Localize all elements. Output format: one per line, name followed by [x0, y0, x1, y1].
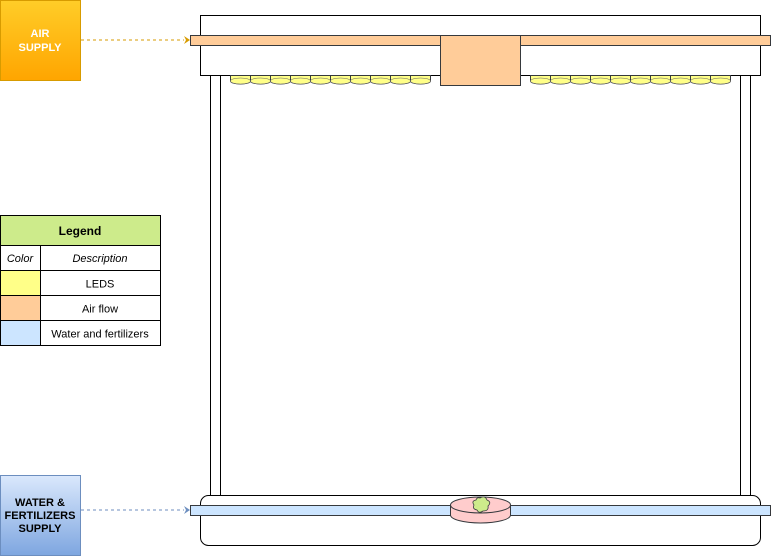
- plant-dish: [450, 496, 511, 524]
- led: [610, 75, 631, 85]
- legend: Legend Color Description LEDS Air flow Wat…: [0, 215, 161, 346]
- legend-swatch: [0, 320, 41, 346]
- led: [270, 75, 291, 85]
- water-supply-label-2: FERTILIZERS: [5, 510, 76, 522]
- led: [370, 75, 391, 85]
- led: [630, 75, 651, 85]
- led: [290, 75, 311, 85]
- legend-swatch: [0, 295, 41, 321]
- legend-col-description: Description: [72, 253, 127, 265]
- led: [690, 75, 711, 85]
- left-pillar: [210, 75, 221, 496]
- air-supply-label-2: SUPPLY: [18, 42, 62, 54]
- legend-description: LEDS: [86, 279, 115, 291]
- led: [410, 75, 431, 85]
- led: [530, 75, 551, 85]
- legend-swatch: [0, 270, 41, 296]
- legend-row: Water and fertilizers: [0, 320, 161, 346]
- led: [570, 75, 591, 85]
- led: [230, 75, 251, 85]
- legend-row: LEDS: [0, 270, 161, 296]
- legend-col-color: Color: [7, 253, 35, 265]
- led: [590, 75, 611, 85]
- legend-row: Air flow: [0, 295, 161, 321]
- water-supply-arrow: [81, 506, 190, 514]
- vertical-farm-diagram: AIR SUPPLY WATER & FERTILIZERS SUPPLY Le…: [0, 0, 771, 556]
- led: [390, 75, 411, 85]
- led: [250, 75, 271, 85]
- right-pillar: [740, 75, 751, 496]
- water-supply-label: WATER &: [15, 497, 65, 509]
- air-supply-box[interactable]: AIR SUPPLY: [0, 0, 81, 81]
- led: [310, 75, 331, 85]
- led: [650, 75, 671, 85]
- led: [550, 75, 571, 85]
- legend-title: Legend: [59, 224, 102, 238]
- water-supply-box[interactable]: WATER & FERTILIZERS SUPPLY: [0, 475, 81, 556]
- led: [710, 75, 731, 85]
- air-outlet: [440, 35, 521, 86]
- legend-description: Water and fertilizers: [51, 329, 149, 341]
- led: [350, 75, 371, 85]
- air-supply-label: AIR: [31, 28, 50, 40]
- air-supply-arrow: [81, 36, 190, 44]
- led: [330, 75, 351, 85]
- legend-description: Air flow: [82, 304, 118, 316]
- water-supply-label-3: SUPPLY: [18, 523, 62, 535]
- led: [670, 75, 691, 85]
